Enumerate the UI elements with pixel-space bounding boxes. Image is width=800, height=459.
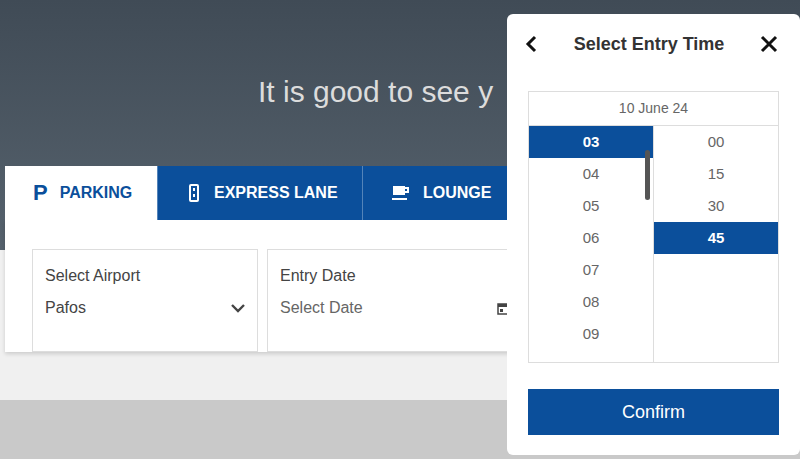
tab[interactable]: PPARKING: [5, 166, 157, 220]
confirm-button[interactable]: Confirm: [528, 389, 779, 435]
entry-date-input[interactable]: [280, 296, 497, 320]
minute-option[interactable]: 15: [654, 158, 778, 190]
picker-date: 10 June 24: [529, 92, 778, 126]
minute-option[interactable]: 45: [654, 222, 778, 254]
hour-option[interactable]: 08: [529, 286, 653, 318]
minute-option[interactable]: 00: [654, 126, 778, 158]
modal-title: Select Entry Time: [574, 31, 725, 58]
cup-icon: [391, 184, 411, 202]
chevron-down-icon: [231, 304, 245, 313]
hour-option[interactable]: 05: [529, 190, 653, 222]
hour-option[interactable]: 04: [529, 158, 653, 190]
hour-option[interactable]: 06: [529, 222, 653, 254]
back-icon[interactable]: [524, 35, 538, 53]
express-lane-icon: [186, 184, 202, 202]
tab[interactable]: EXPRESS LANE: [157, 166, 362, 220]
tab[interactable]: LOUNGE: [362, 166, 507, 220]
parking-icon: P: [33, 182, 48, 204]
hours-column[interactable]: 03040506070809: [529, 126, 654, 362]
close-icon[interactable]: [760, 35, 778, 53]
airport-select[interactable]: Select AirportPafos: [32, 249, 258, 352]
hour-option[interactable]: 07: [529, 254, 653, 286]
minutes-column[interactable]: 00153045: [654, 126, 778, 362]
hour-option[interactable]: 03: [529, 126, 653, 158]
time-picker: 10 June 240304050607080900153045: [528, 91, 779, 363]
entry-date-field[interactable]: Entry Date: [267, 249, 529, 352]
minute-option[interactable]: 30: [654, 190, 778, 222]
scrollbar-thumb[interactable]: [645, 150, 650, 200]
hour-option[interactable]: 09: [529, 318, 653, 350]
time-picker-modal: Select Entry Time10 June 240304050607080…: [507, 14, 800, 455]
